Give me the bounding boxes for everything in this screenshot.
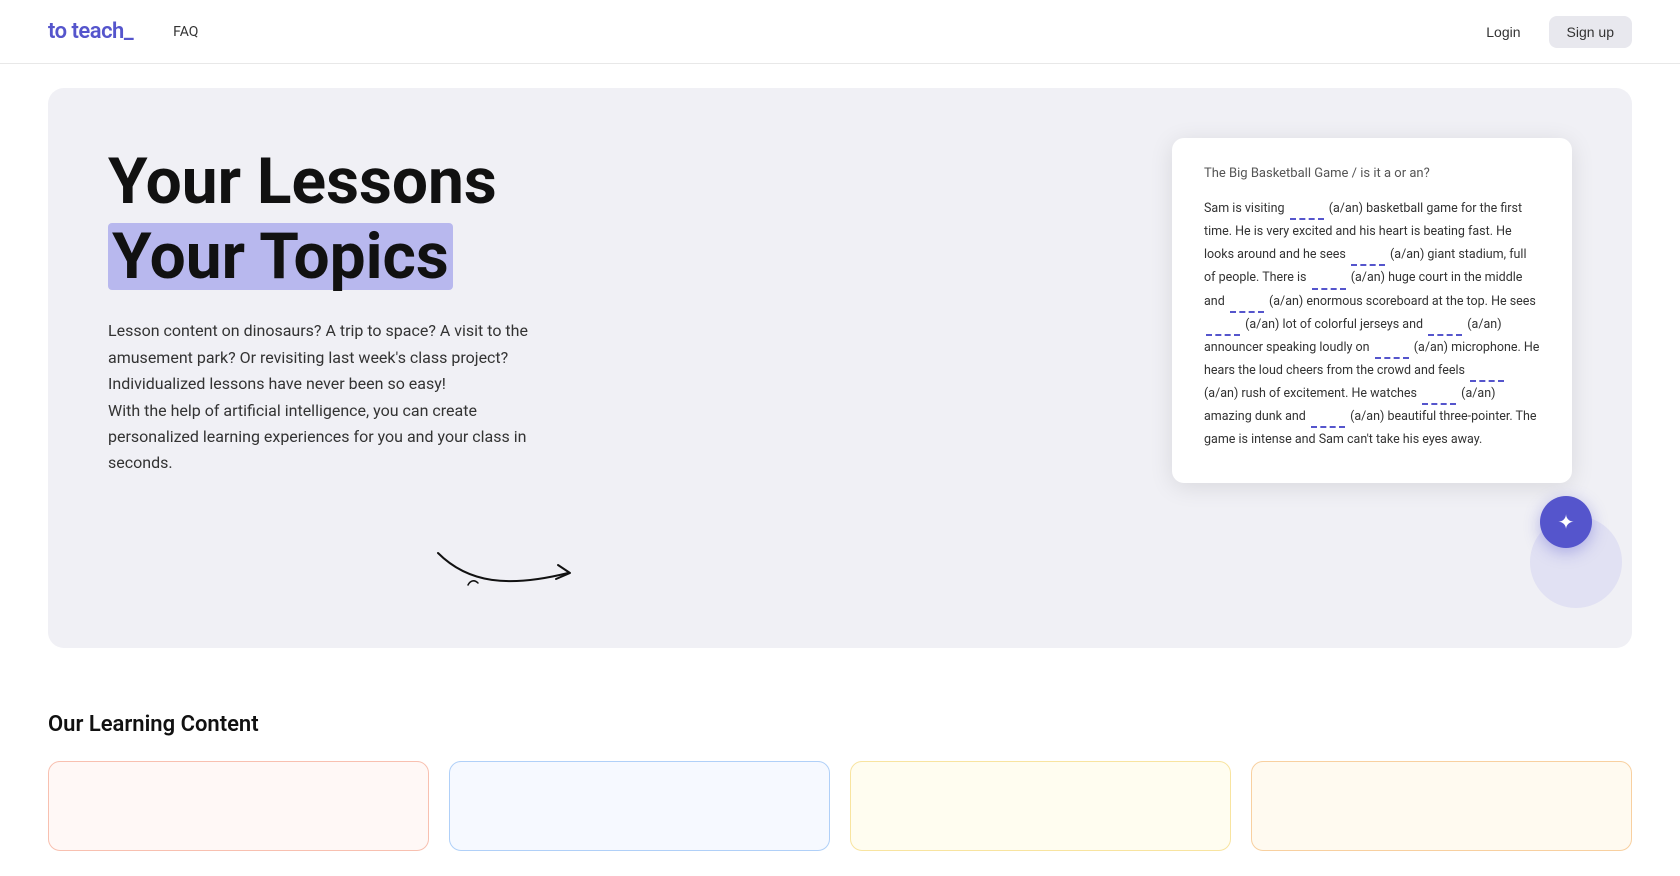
signup-button[interactable]: Sign up bbox=[1549, 16, 1632, 48]
hero-arrow-icon bbox=[428, 533, 588, 593]
hero-section: Your Lessons Your Topics Lesson content … bbox=[48, 88, 1632, 648]
content-card-4[interactable] bbox=[1251, 761, 1632, 851]
nav-left: to teach_ FAQ bbox=[48, 19, 198, 44]
nav-right: Login Sign up bbox=[1474, 16, 1632, 48]
logo[interactable]: to teach_ bbox=[48, 19, 133, 44]
blank-4 bbox=[1230, 309, 1264, 313]
blank-2 bbox=[1351, 262, 1385, 266]
blank-6 bbox=[1428, 332, 1462, 336]
navbar: to teach_ FAQ Login Sign up bbox=[0, 0, 1680, 64]
blank-5 bbox=[1206, 332, 1240, 336]
content-card-3[interactable] bbox=[850, 761, 1231, 851]
content-card-1[interactable] bbox=[48, 761, 429, 851]
content-cards-row bbox=[48, 761, 1632, 851]
blank-3 bbox=[1312, 286, 1346, 290]
section-title: Our Learning Content bbox=[48, 712, 1632, 737]
hero-description: Lesson content on dinosaurs? A trip to s… bbox=[108, 318, 568, 476]
fab-outer: ✦ bbox=[1530, 516, 1622, 608]
blank-7 bbox=[1375, 355, 1409, 359]
login-button[interactable]: Login bbox=[1474, 16, 1532, 48]
learning-section: Our Learning Content bbox=[0, 672, 1680, 851]
content-card-2[interactable] bbox=[449, 761, 830, 851]
blank-1 bbox=[1290, 216, 1324, 220]
nav-faq-link[interactable]: FAQ bbox=[173, 24, 198, 40]
blank-9 bbox=[1422, 401, 1456, 405]
blank-10 bbox=[1311, 424, 1345, 428]
card-title: The Big Basketball Game / is it a or an? bbox=[1204, 166, 1540, 181]
hero-title-line1: Your Lessons bbox=[108, 148, 628, 215]
hero-title-highlight: Your Topics bbox=[108, 223, 453, 290]
blank-8 bbox=[1470, 378, 1504, 382]
fab-button[interactable]: ✦ bbox=[1540, 496, 1592, 548]
magic-icon: ✦ bbox=[1558, 510, 1575, 535]
lesson-card: The Big Basketball Game / is it a or an?… bbox=[1172, 138, 1572, 483]
hero-title-line2: Your Topics bbox=[108, 223, 628, 290]
hero-content: Your Lessons Your Topics Lesson content … bbox=[108, 148, 628, 477]
card-body: Sam is visiting (a/an) basketball game f… bbox=[1204, 197, 1540, 451]
